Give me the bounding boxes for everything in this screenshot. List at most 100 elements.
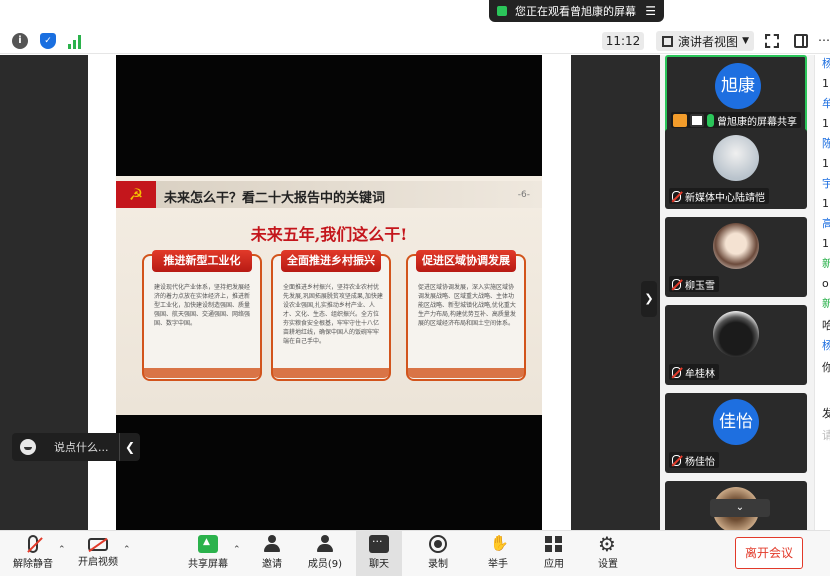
apps-grid-icon (544, 535, 564, 553)
view-mode-label: 演讲者视图 (678, 34, 739, 49)
scroll-down-button[interactable]: ⌄ (710, 499, 770, 517)
emoji-icon[interactable] (20, 439, 36, 455)
chat-message-fragment: 你 (822, 359, 830, 375)
card-bottom-bar (406, 368, 526, 378)
mic-muted-icon (672, 366, 681, 378)
chat-icon (369, 535, 389, 553)
card-bottom-bar (271, 368, 391, 378)
chevron-up-icon[interactable]: ⌃ (233, 545, 241, 555)
shield-icon[interactable]: ✓ (40, 33, 56, 49)
chat-message-fragment: 1 (822, 197, 829, 210)
presentation-slide: ☭ 未来怎么干？看二十大报告中的关键词 -6- 未来五年,我们这么干! 推进新型… (116, 176, 542, 415)
record-button[interactable]: 录制 (418, 531, 458, 576)
chevron-up-icon[interactable]: ⌃ (123, 545, 131, 555)
banner-text: 您正在观看曾旭康的屏幕 (515, 5, 636, 18)
participant-tile[interactable]: 旭康 曾旭康的屏幕共享 (665, 55, 807, 135)
collapse-panel-toggle[interactable]: ❯ (641, 281, 657, 317)
mic-on-icon (707, 113, 714, 127)
members-button[interactable]: 成员(9) (302, 531, 348, 576)
chat-message-fragment: 请 (822, 427, 830, 443)
card-body: 建设现代化产业体系，坚持把发展经济的着力点放在实体经济上，推进新型工业化，加快建… (154, 284, 251, 327)
chat-label: 聊天 (369, 559, 389, 570)
chat-message-fragment: 1 (822, 157, 829, 170)
share-status-icon (497, 6, 507, 16)
chat-placeholder[interactable]: 说点什么... (54, 439, 109, 455)
invite-button[interactable]: 邀请 (253, 531, 291, 576)
chevron-down-icon: ▼ (742, 36, 749, 46)
chat-message-fragment: 1 (822, 237, 829, 250)
members-label: 成员(9) (307, 559, 343, 570)
participant-tile[interactable]: 牟桂林 (665, 305, 807, 385)
participant-nametag: 柳玉雪 (669, 276, 719, 292)
participant-name: 柳玉雪 (685, 280, 715, 292)
apps-label: 应用 (544, 559, 564, 570)
avatar: 旭康 (715, 63, 761, 109)
participant-name: 牟桂林 (685, 368, 715, 380)
chat-button[interactable]: 聊天 (356, 531, 402, 576)
members-icon (315, 535, 335, 553)
camera-off-icon (88, 538, 108, 551)
fullscreen-icon[interactable] (765, 34, 779, 48)
leave-meeting-button[interactable]: 离开会议 (735, 537, 803, 569)
party-emblem-icon: ☭ (116, 181, 156, 208)
info-icon[interactable]: i (12, 33, 28, 49)
slide-subtitle: 未来五年,我们这么干! (250, 225, 408, 244)
top-toolbar: i ✓ 11:12 演讲者视图 ▼ ⋯ (0, 28, 830, 54)
card-body: 促进区域协调发展，深入实施区域协调发展战略、区域重大战略、主体功能区战略、新型城… (418, 284, 516, 327)
quick-chat-input[interactable]: 说点什么... ❮ (12, 433, 140, 461)
mic-muted-icon (28, 535, 38, 553)
mic-muted-icon (672, 278, 681, 290)
chevron-up-icon[interactable]: ⌃ (58, 545, 66, 555)
participant-name: 杨佳怡 (685, 456, 715, 468)
menu-icon[interactable]: ☰ (645, 4, 656, 18)
share-screen-icon (198, 535, 218, 553)
start-video-button[interactable]: 开启视频 (75, 531, 121, 576)
participant-tile[interactable]: 新媒体中心陆靖恺 (665, 129, 807, 209)
settings-label: 设置 (598, 559, 618, 570)
participant-name: 曾旭康的屏幕共享 (717, 116, 797, 128)
record-icon (429, 535, 447, 553)
participant-nametag: 曾旭康的屏幕共享 (671, 112, 801, 128)
slide-header: ☭ 未来怎么干？看二十大报告中的关键词 -6- (116, 181, 542, 208)
apps-button[interactable]: 应用 (534, 531, 574, 576)
chat-message-fragment: 高 (822, 215, 830, 231)
chat-message-fragment: 新 (822, 295, 830, 311)
more-icon[interactable]: ⋯ (818, 33, 830, 47)
chat-message-fragment: 杨 (822, 337, 830, 353)
raise-hand-button[interactable]: 举手 (478, 531, 518, 576)
screen-share-banner: 您正在观看曾旭康的屏幕 ☰ (489, 0, 664, 22)
avatar (713, 311, 759, 357)
participant-tile[interactable]: 柳玉雪 (665, 217, 807, 297)
unmute-button[interactable]: 解除静音 (10, 531, 56, 576)
slide-card: 全面推进乡村振兴 全面推进乡村振兴，坚持农业农村优先发展,巩固拓展脱贫攻坚成果,… (271, 250, 391, 381)
slide-card: 促进区域协调发展 促进区域协调发展，深入实施区域协调发展战略、区域重大战略、主体… (406, 250, 526, 381)
unmute-label: 解除静音 (13, 559, 53, 570)
participant-name: 新媒体中心陆靖恺 (685, 192, 765, 204)
card-body: 全面推进乡村振兴，坚持农业农村优先发展,巩固拓展脱贫攻坚成果,加快建设农业强国,… (283, 284, 383, 345)
chat-message-fragment: 杨 (822, 55, 830, 71)
record-label: 录制 (428, 559, 448, 570)
chat-message-fragment: 牟 (822, 95, 830, 111)
chat-message-fragment: 新 (822, 255, 830, 271)
chat-message-fragment: 哈 (822, 317, 830, 333)
chat-message-fragment: 1 (822, 117, 829, 130)
invite-label: 邀请 (262, 559, 282, 570)
mic-muted-icon (672, 454, 681, 466)
avatar (713, 135, 759, 181)
host-icon (673, 113, 687, 127)
view-mode-button[interactable]: 演讲者视图 ▼ (656, 31, 754, 51)
participant-tile[interactable]: 佳怡 杨佳怡 (665, 393, 807, 473)
share-screen-button[interactable]: 共享屏幕 (185, 531, 231, 576)
meeting-control-bar: 解除静音 ⌃ 开启视频 ⌃ 共享屏幕 ⌃ 邀请 成员(9) 聊天 录制 举手 应… (0, 530, 830, 576)
participant-nametag: 新媒体中心陆靖恺 (669, 188, 769, 204)
signal-icon[interactable] (68, 35, 84, 49)
chat-message-fragment: 陈 (822, 135, 830, 151)
raise-hand-label: 举手 (488, 559, 508, 570)
card-title: 推进新型工业化 (152, 250, 252, 272)
settings-button[interactable]: 设置 (588, 531, 628, 576)
avatar: 佳怡 (713, 399, 759, 445)
chevron-left-icon[interactable]: ❮ (120, 440, 140, 454)
side-panel-icon[interactable] (794, 34, 808, 48)
avatar (713, 223, 759, 269)
participant-nametag: 牟桂林 (669, 364, 719, 380)
